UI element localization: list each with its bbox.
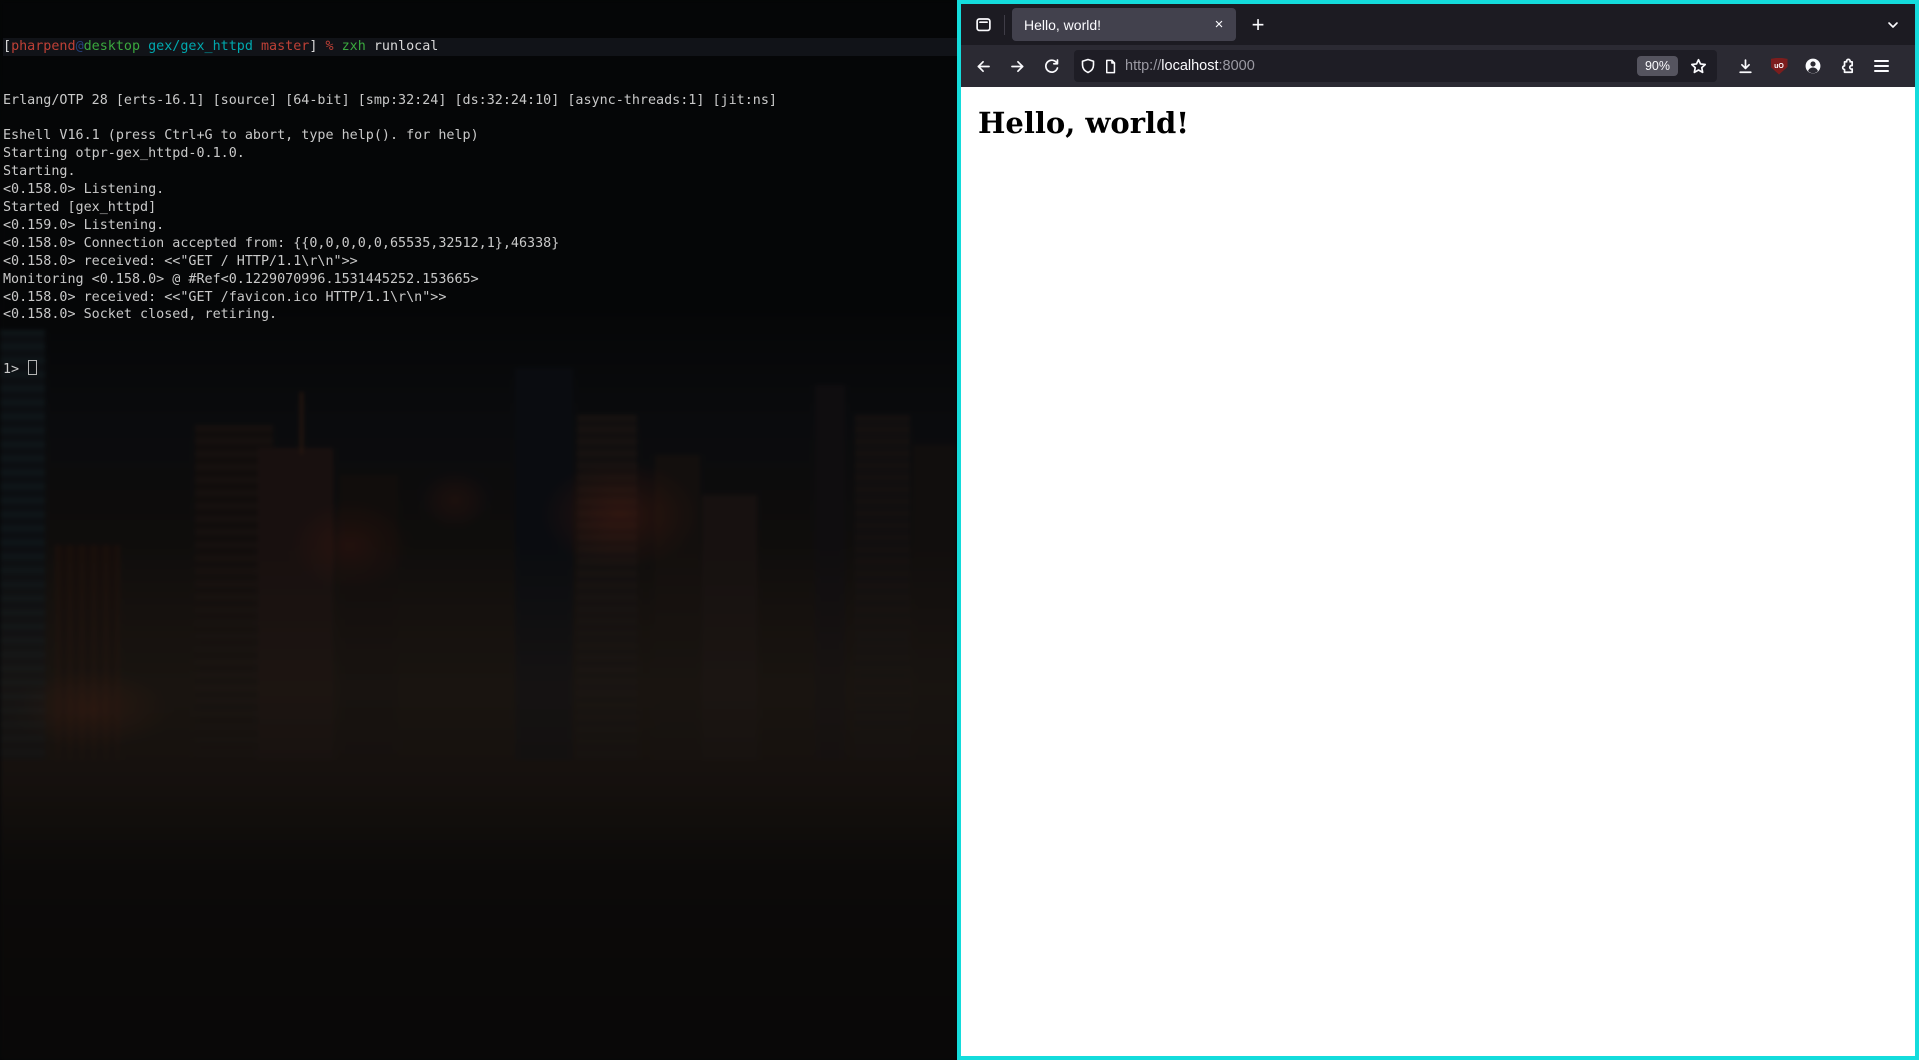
prompt-host: desktop	[83, 38, 141, 54]
tab-hello-world[interactable]: Hello, world! ×	[1012, 8, 1236, 41]
firefox-view-button[interactable]	[967, 9, 999, 41]
prompt-command: zxh	[341, 38, 366, 54]
terminal-output-line: <0.158.0> received: <<"GET / HTTP/1.1\r\…	[3, 253, 358, 269]
url-bar[interactable]: http://localhost:8000 90%	[1074, 50, 1717, 82]
url-port: :8000	[1218, 58, 1255, 74]
forward-arrow-icon	[1010, 60, 1023, 72]
ublock-origin-icon: uO	[1770, 57, 1788, 75]
list-all-tabs-button[interactable]	[1877, 9, 1909, 41]
page-content: Hello, world!	[961, 87, 1915, 1056]
url-host: localhost	[1161, 58, 1219, 74]
tracking-protection-shield-icon[interactable]	[1080, 58, 1096, 74]
url-scheme: http://	[1125, 58, 1162, 74]
shell-prompt-line: [pharpend@desktop gex/gex_httpd master] …	[3, 37, 957, 56]
page-info-icon[interactable]	[1103, 59, 1118, 74]
star-icon	[1690, 58, 1706, 73]
puzzle-piece-icon	[1841, 58, 1853, 73]
terminal-window[interactable]: [pharpend@desktop gex/gex_httpd master] …	[0, 0, 957, 1060]
terminal-output-line: Eshell V16.1 (press Ctrl+G to abort, typ…	[3, 128, 479, 144]
terminal-output-line: <0.159.0> Listening.	[3, 217, 165, 233]
terminal-output-line: <0.158.0> Connection accepted from: {{0,…	[3, 235, 560, 251]
prompt-user: pharpend	[11, 38, 76, 54]
extensions-button[interactable]	[1831, 50, 1863, 82]
firefox-view-icon	[975, 18, 991, 32]
terminal-output-line: Erlang/OTP 28 [erts-16.1] [source] [64-b…	[3, 92, 777, 108]
terminal-output-line: Starting.	[3, 164, 76, 180]
prompt-cwd: gex/gex_httpd	[148, 38, 253, 54]
prompt-git-branch: master	[261, 38, 310, 54]
zoom-level-badge[interactable]: 90%	[1636, 56, 1678, 76]
terminal-output-line: <0.158.0> Socket closed, retiring.	[3, 307, 278, 323]
firefox-window: Hello, world! × + http://localhost:8000 …	[957, 0, 1919, 1060]
chevron-down-icon	[1888, 21, 1898, 28]
reload-icon	[1044, 58, 1058, 73]
downloads-button[interactable]	[1729, 50, 1761, 82]
tab-bar: Hello, world! × +	[961, 4, 1915, 45]
ublock-origin-button[interactable]: uO	[1763, 50, 1795, 82]
url-input[interactable]: http://localhost:8000	[1125, 58, 1255, 74]
forward-button[interactable]	[1001, 50, 1033, 82]
terminal-output-line: <0.158.0> Listening.	[3, 182, 165, 198]
download-icon	[1738, 58, 1752, 73]
reload-button[interactable]	[1035, 50, 1067, 82]
tab-close-button[interactable]: ×	[1208, 14, 1230, 36]
navigation-toolbar: http://localhost:8000 90% uO	[961, 45, 1915, 87]
tab-separator	[1004, 14, 1005, 35]
back-button[interactable]	[967, 50, 999, 82]
terminal-output-line: Starting otpr-gex_httpd-0.1.0.	[3, 146, 245, 162]
terminal-output-line: Started [gex_httpd]	[3, 199, 157, 215]
terminal-output-line: <0.158.0> received: <<"GET /favicon.ico …	[3, 289, 447, 305]
account-button[interactable]	[1797, 50, 1829, 82]
page-heading: Hello, world!	[978, 106, 1190, 140]
menu-button[interactable]	[1865, 50, 1897, 82]
shell-input-line[interactable]: 1>	[3, 360, 957, 379]
back-arrow-icon	[977, 60, 990, 72]
terminal-output: [pharpend@desktop gex/gex_httpd master] …	[3, 2, 957, 415]
terminal-cursor	[28, 360, 38, 376]
bookmark-button[interactable]	[1685, 53, 1711, 79]
tab-title: Hello, world!	[1024, 16, 1102, 33]
terminal-output-line: Monitoring <0.158.0> @ #Ref<0.1229070996…	[3, 271, 479, 287]
account-icon	[1805, 58, 1821, 74]
eshell-prompt: 1>	[3, 362, 20, 378]
hamburger-menu-icon	[1873, 59, 1889, 73]
new-tab-button[interactable]: +	[1242, 9, 1274, 41]
